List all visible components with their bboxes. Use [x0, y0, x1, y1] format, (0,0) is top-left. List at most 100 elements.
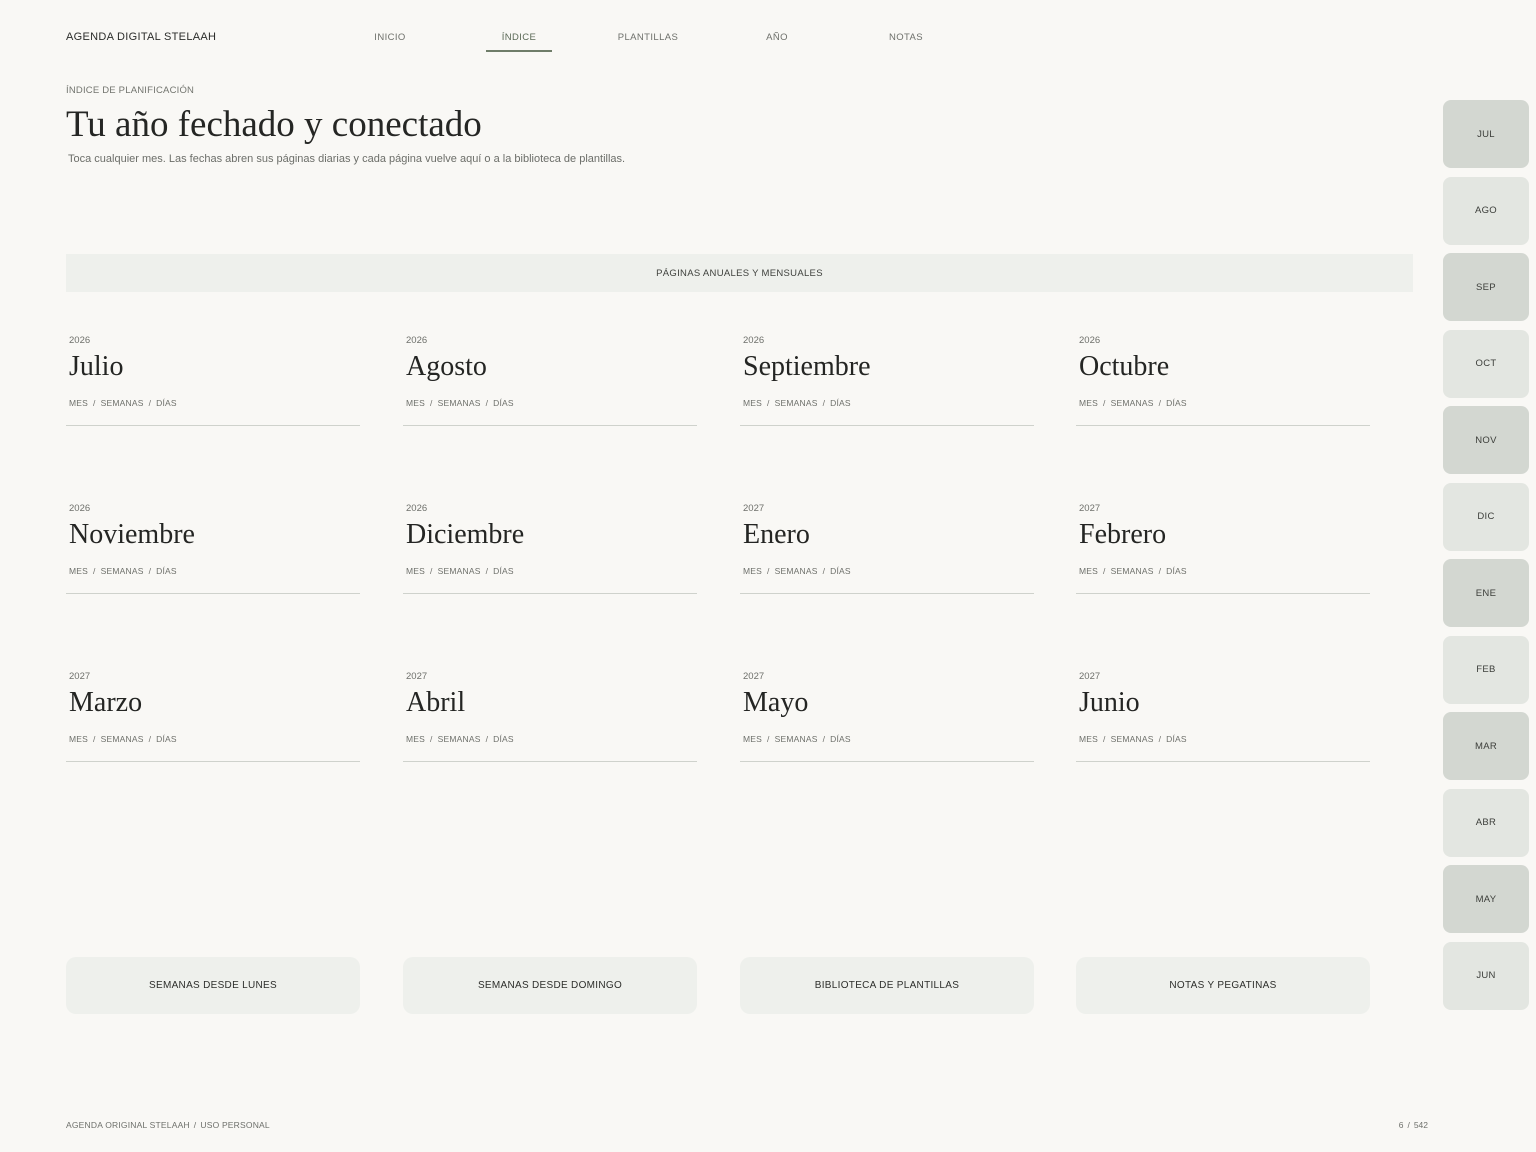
link-separator: /	[430, 734, 433, 744]
side-tab-mar[interactable]: MAR	[1443, 712, 1529, 780]
month-link-mes[interactable]: MES	[406, 566, 425, 576]
link-separator: /	[93, 734, 96, 744]
month-card-noviembre[interactable]: 2026 Noviembre MES / SEMANAS / DÍAS	[66, 503, 360, 594]
month-link-dias[interactable]: DÍAS	[493, 398, 514, 408]
month-link-mes[interactable]: MES	[406, 734, 425, 744]
month-links: MES / SEMANAS / DÍAS	[743, 398, 851, 408]
month-name: Febrero	[1079, 519, 1167, 550]
month-name: Julio	[69, 351, 124, 382]
nav-inicio[interactable]: INICIO	[357, 32, 423, 43]
month-links: MES / SEMANAS / DÍAS	[1079, 398, 1187, 408]
page-title: Tu año fechado y conectado	[66, 104, 482, 145]
month-link-dias[interactable]: DÍAS	[493, 734, 514, 744]
month-link-dias[interactable]: DÍAS	[1166, 566, 1187, 576]
month-link-semanas[interactable]: SEMANAS	[438, 734, 481, 744]
side-tab-nov[interactable]: NOV	[1443, 406, 1529, 474]
month-card-agosto[interactable]: 2026 Agosto MES / SEMANAS / DÍAS	[403, 335, 697, 426]
side-tab-label: JUL	[1477, 128, 1495, 140]
side-tab-may[interactable]: MAY	[1443, 865, 1529, 933]
month-name: Marzo	[69, 687, 143, 718]
month-card-octubre[interactable]: 2026 Octubre MES / SEMANAS / DÍAS	[1076, 335, 1370, 426]
month-year: 2026	[69, 503, 91, 514]
month-link-mes[interactable]: MES	[1079, 398, 1098, 408]
side-tab-sep[interactable]: SEP	[1443, 253, 1529, 321]
month-link-semanas[interactable]: SEMANAS	[1111, 398, 1154, 408]
nav-plantillas[interactable]: PLANTILLAS	[615, 32, 681, 43]
month-link-semanas[interactable]: SEMANAS	[775, 734, 818, 744]
side-tab-jun[interactable]: JUN	[1443, 941, 1529, 1010]
month-link-dias[interactable]: DÍAS	[830, 566, 851, 576]
month-year: 2027	[69, 671, 91, 682]
month-card-junio[interactable]: 2027 Junio MES / SEMANAS / DÍAS	[1076, 671, 1370, 762]
link-separator: /	[767, 566, 770, 576]
section-header-label: PÁGINAS ANUALES Y MENSUALES	[656, 267, 823, 279]
link-separator: /	[93, 398, 96, 408]
side-tab-dic[interactable]: DIC	[1443, 482, 1529, 551]
month-card-mayo[interactable]: 2027 Mayo MES / SEMANAS / DÍAS	[740, 671, 1034, 762]
month-card-enero[interactable]: 2027 Enero MES / SEMANAS / DÍAS	[740, 503, 1034, 594]
month-link-mes[interactable]: MES	[1079, 734, 1098, 744]
month-link-semanas[interactable]: SEMANAS	[438, 566, 481, 576]
month-link-mes[interactable]: MES	[743, 398, 762, 408]
side-tab-feb[interactable]: FEB	[1443, 635, 1529, 704]
month-card-febrero[interactable]: 2027 Febrero MES / SEMANAS / DÍAS	[1076, 503, 1370, 594]
month-link-dias[interactable]: DÍAS	[156, 734, 177, 744]
page-subtitle: Toca cualquier mes. Las fechas abren sus…	[68, 153, 626, 165]
side-tab-abr[interactable]: ABR	[1443, 788, 1529, 857]
month-links: MES / SEMANAS / DÍAS	[406, 566, 514, 576]
month-link-semanas[interactable]: SEMANAS	[775, 566, 818, 576]
notes-stickers-button[interactable]: NOTAS Y PEGATINAS	[1076, 957, 1370, 1014]
month-link-semanas[interactable]: SEMANAS	[775, 398, 818, 408]
month-link-semanas[interactable]: SEMANAS	[101, 734, 144, 744]
month-link-mes[interactable]: MES	[1079, 566, 1098, 576]
button-label: SEMANAS DESDE LUNES	[149, 980, 277, 991]
month-link-semanas[interactable]: SEMANAS	[101, 398, 144, 408]
side-tab-oct[interactable]: OCT	[1443, 329, 1529, 398]
month-year: 2027	[406, 671, 428, 682]
month-link-semanas[interactable]: SEMANAS	[1111, 734, 1154, 744]
footer-credit-usage: USO PERSONAL	[200, 1120, 270, 1130]
page-total: 542	[1413, 1120, 1428, 1130]
footer-separator: /	[193, 1120, 197, 1130]
side-tab-jul[interactable]: JUL	[1443, 100, 1529, 168]
month-link-dias[interactable]: DÍAS	[493, 566, 514, 576]
month-link-dias[interactable]: DÍAS	[156, 566, 177, 576]
month-year: 2026	[743, 335, 765, 346]
month-links: MES / SEMANAS / DÍAS	[743, 566, 851, 576]
month-card-diciembre[interactable]: 2026 Diciembre MES / SEMANAS / DÍAS	[403, 503, 697, 594]
month-link-mes[interactable]: MES	[743, 734, 762, 744]
month-card-abril[interactable]: 2027 Abril MES / SEMANAS / DÍAS	[403, 671, 697, 762]
month-links: MES / SEMANAS / DÍAS	[406, 398, 514, 408]
month-link-semanas[interactable]: SEMANAS	[1111, 566, 1154, 576]
nav-indice[interactable]: ÍNDICE	[486, 32, 552, 43]
month-link-mes[interactable]: MES	[406, 398, 425, 408]
side-tab-label: ABR	[1475, 817, 1497, 828]
month-link-dias[interactable]: DÍAS	[156, 398, 177, 408]
month-card-julio[interactable]: 2026 Julio MES / SEMANAS / DÍAS	[66, 335, 360, 426]
month-link-dias[interactable]: DÍAS	[1166, 734, 1187, 744]
month-link-dias[interactable]: DÍAS	[830, 398, 851, 408]
month-card-septiembre[interactable]: 2026 Septiembre MES / SEMANAS / DÍAS	[740, 335, 1034, 426]
month-name: Enero	[743, 519, 810, 550]
month-link-dias[interactable]: DÍAS	[1166, 398, 1187, 408]
weeks-from-sunday-button[interactable]: SEMANAS DESDE DOMINGO	[403, 957, 697, 1014]
side-tab-ene[interactable]: ENE	[1443, 559, 1529, 627]
month-link-mes[interactable]: MES	[69, 566, 88, 576]
month-links: MES / SEMANAS / DÍAS	[406, 734, 514, 744]
month-links: MES / SEMANAS / DÍAS	[1079, 566, 1187, 576]
month-link-mes[interactable]: MES	[69, 734, 88, 744]
nav-notas[interactable]: NOTAS	[873, 32, 939, 43]
month-link-mes[interactable]: MES	[743, 566, 762, 576]
link-separator: /	[485, 734, 489, 744]
link-separator: /	[1158, 566, 1162, 576]
month-link-semanas[interactable]: SEMANAS	[101, 566, 144, 576]
month-link-mes[interactable]: MES	[69, 398, 88, 408]
month-link-dias[interactable]: DÍAS	[830, 734, 851, 744]
nav-ano[interactable]: AÑO	[744, 32, 810, 43]
month-link-semanas[interactable]: SEMANAS	[438, 398, 481, 408]
side-tab-ago[interactable]: AGO	[1443, 176, 1529, 245]
template-library-button[interactable]: BIBLIOTECA DE PLANTILLAS	[740, 957, 1034, 1014]
weeks-from-monday-button[interactable]: SEMANAS DESDE LUNES	[66, 957, 360, 1014]
link-separator: /	[148, 734, 152, 744]
month-card-marzo[interactable]: 2027 Marzo MES / SEMANAS / DÍAS	[66, 671, 360, 762]
